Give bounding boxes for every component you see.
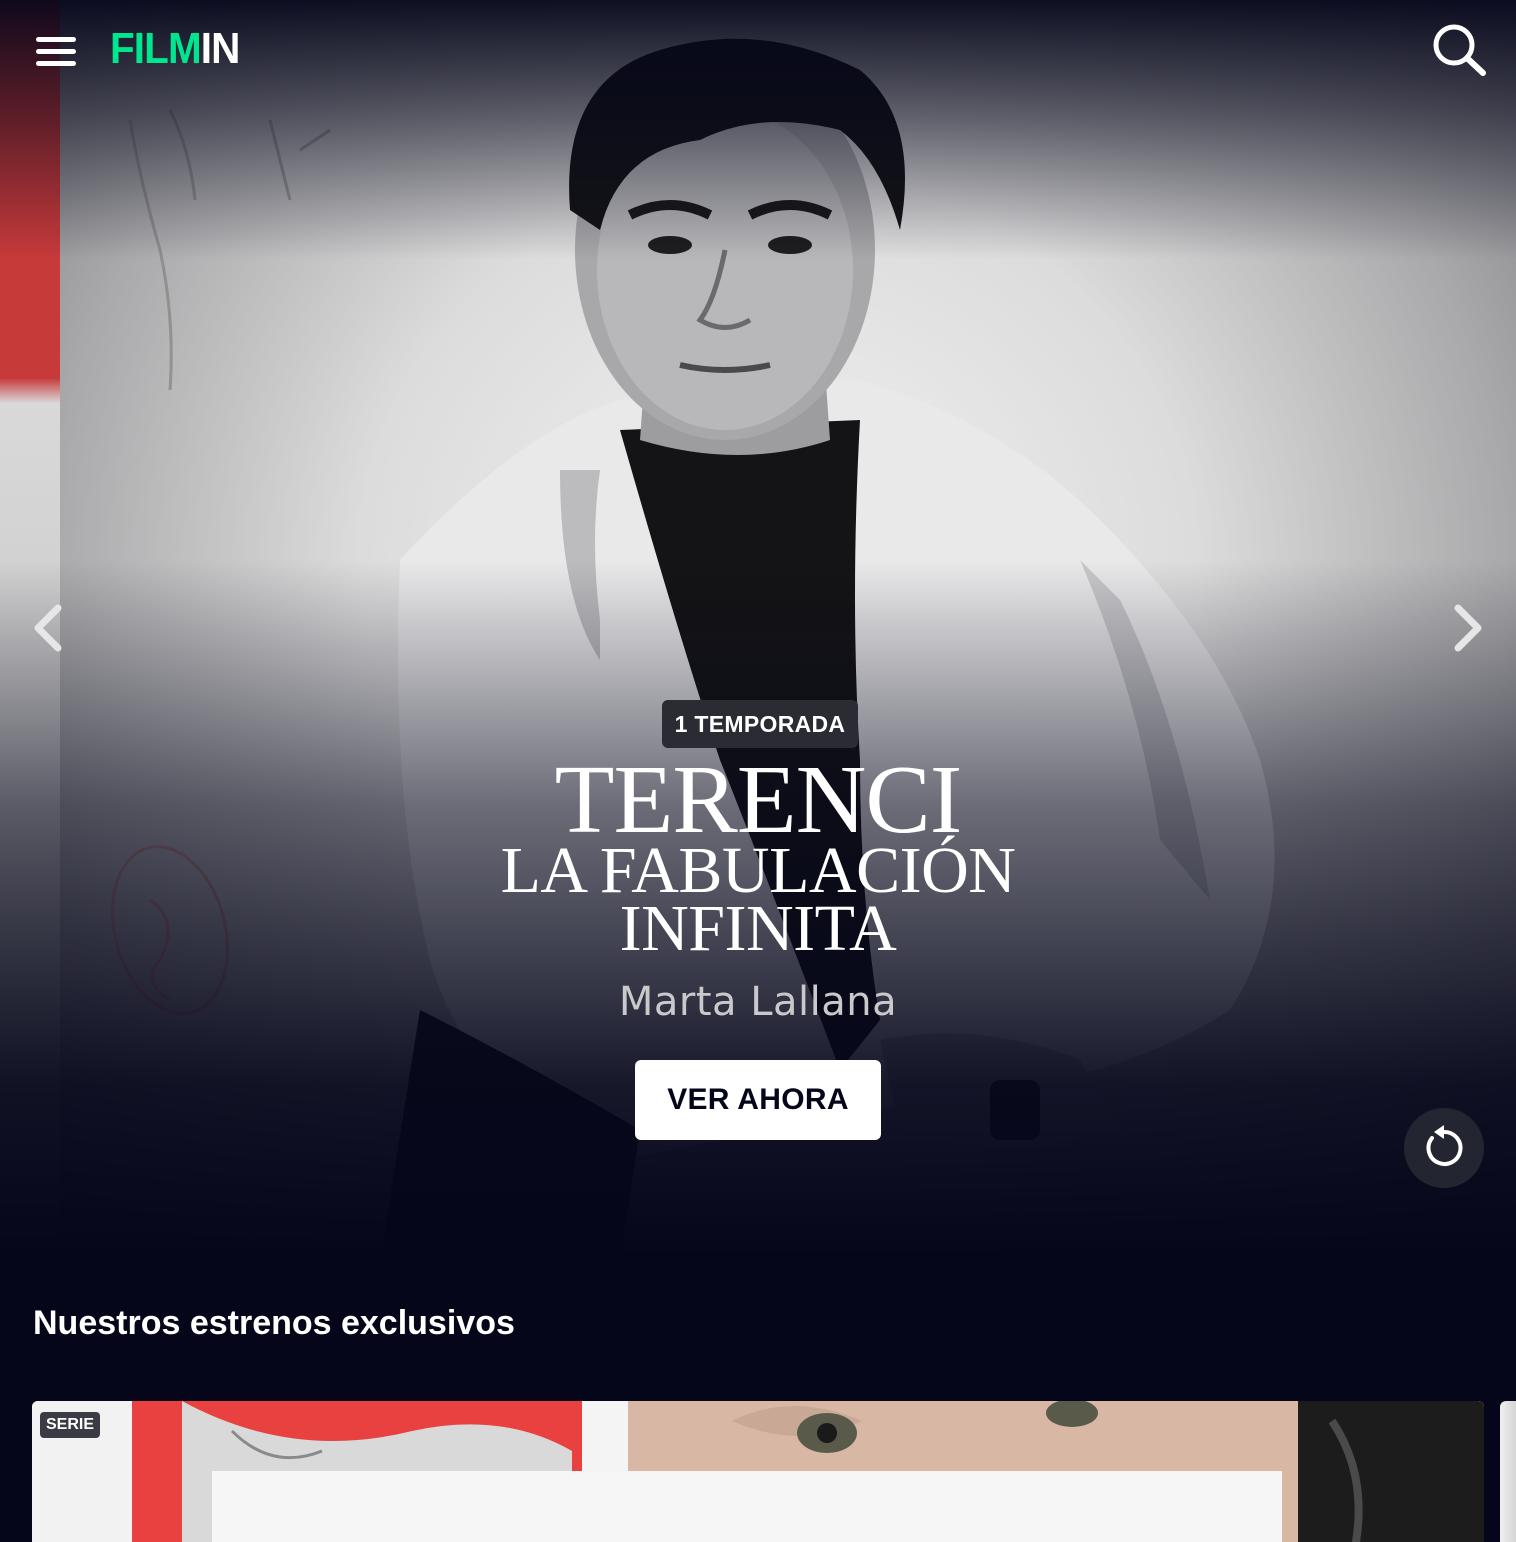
replay-icon[interactable] <box>1404 1108 1484 1188</box>
section-title: Nuestros estrenos exclusivos <box>33 1304 515 1342</box>
watch-now-button[interactable]: VER AHORA <box>635 1060 881 1140</box>
filmin-home-page: FILMIN 1 TEMPORADA TERENCI LA FABULACIÓN… <box>0 0 1516 1542</box>
hero-director: Marta Lallana <box>618 979 898 1025</box>
card-type-badge: SERIE <box>40 1412 100 1438</box>
chevron-left-icon[interactable] <box>28 600 68 656</box>
chevron-right-icon[interactable] <box>1448 600 1488 656</box>
content-card[interactable] <box>32 1401 1484 1542</box>
hamburger-menu-icon[interactable] <box>34 34 78 68</box>
hero-subtitle-line2: INFINITA <box>619 892 897 965</box>
next-card-peek[interactable] <box>1500 1401 1516 1542</box>
search-icon[interactable] <box>1430 22 1488 76</box>
logo-part-film: FILM <box>110 24 202 73</box>
logo-part-in: IN <box>200 24 241 73</box>
card-thumbnail-image <box>32 1401 1484 1542</box>
filmin-logo[interactable]: FILMIN <box>110 24 241 74</box>
season-count-badge: 1 TEMPORADA <box>662 700 858 748</box>
hero-subtitle: LA FABULACIÓN INFINITA <box>400 838 1116 965</box>
hero-banner: FILMIN 1 TEMPORADA TERENCI LA FABULACIÓN… <box>0 0 1516 1260</box>
